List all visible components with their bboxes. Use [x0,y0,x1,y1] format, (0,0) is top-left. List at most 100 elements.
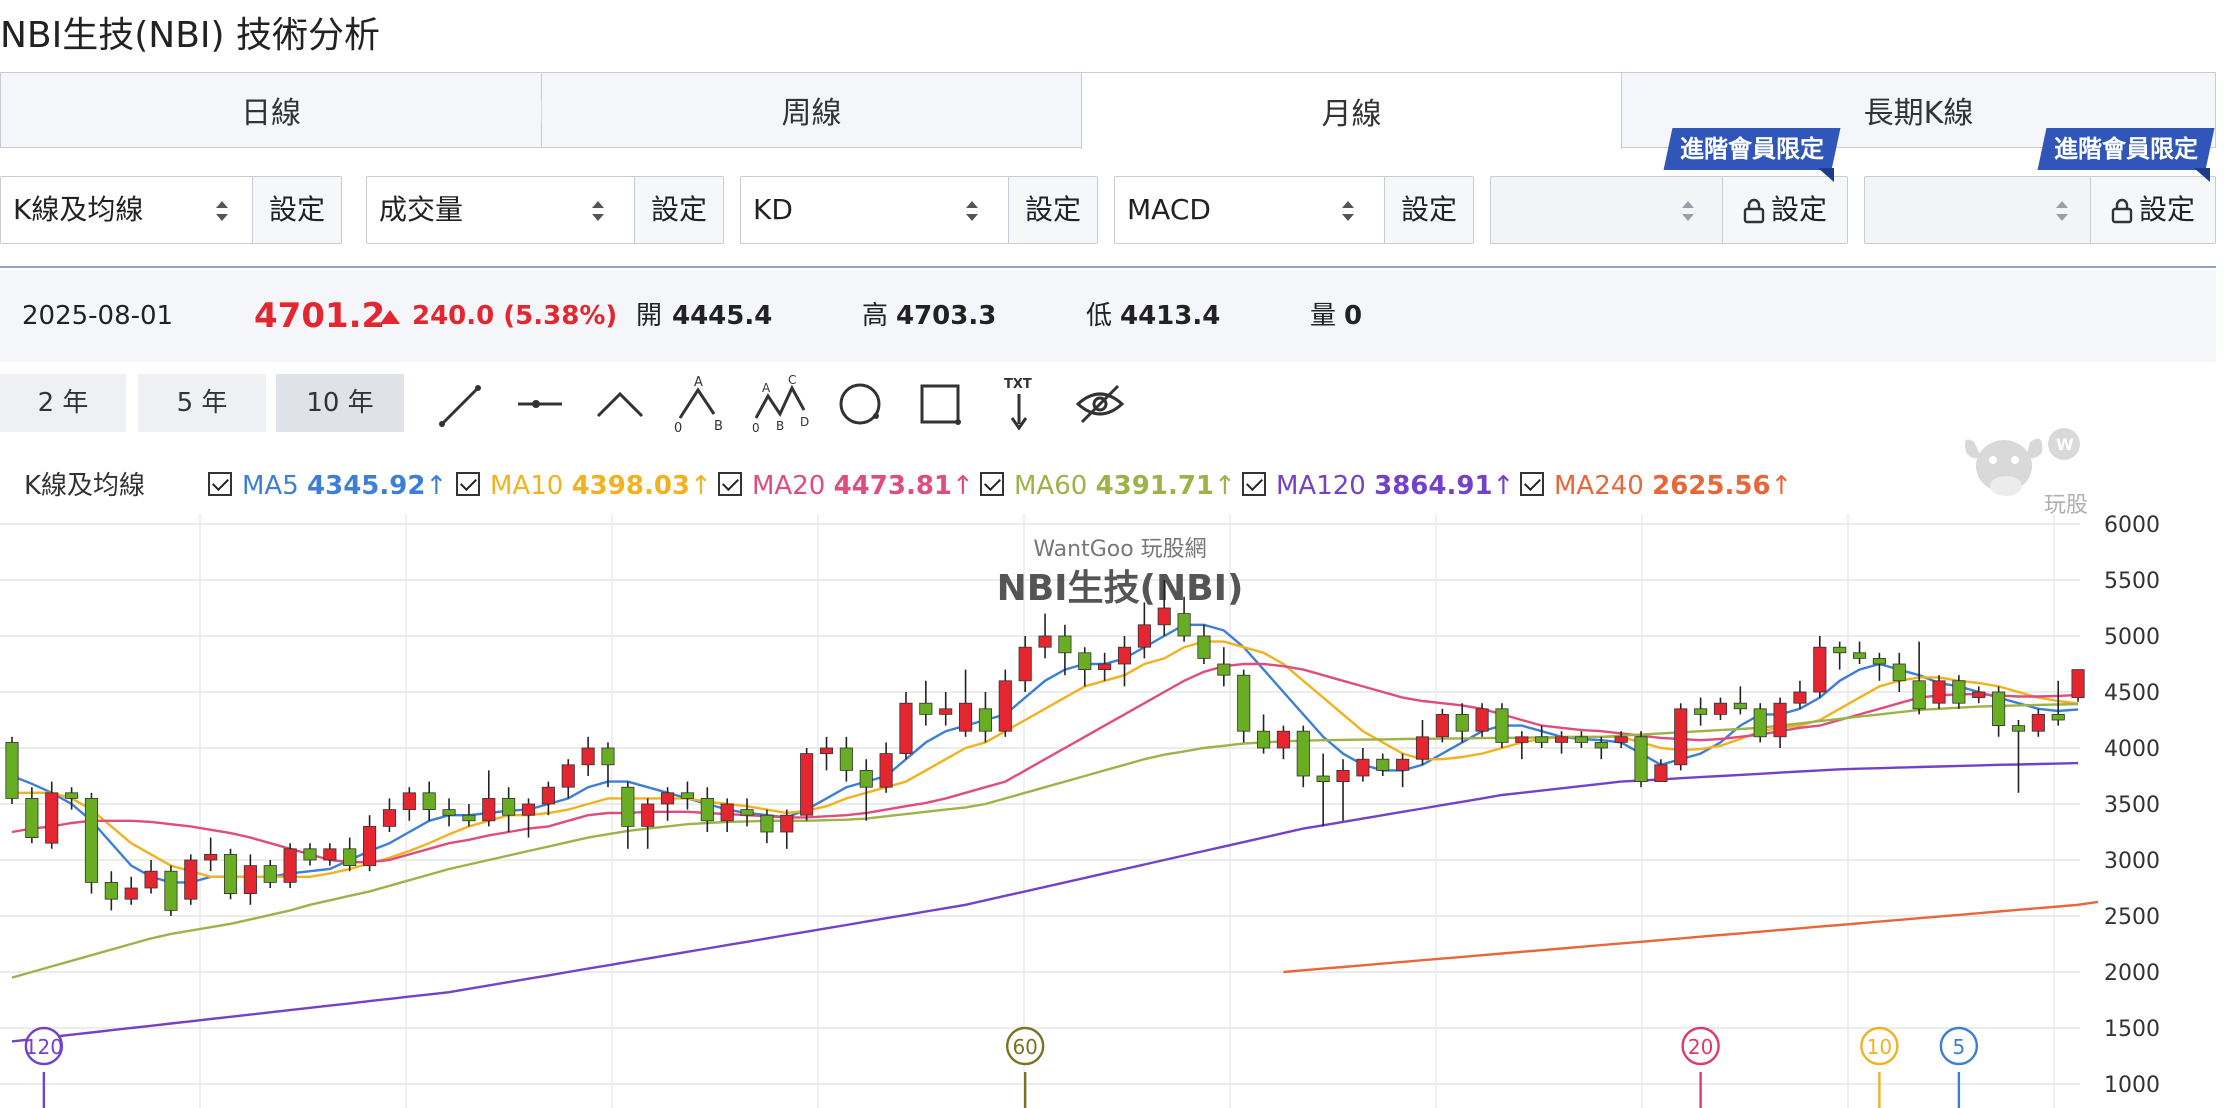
ma-line-ma5 [11,623,2079,884]
candle-body [1694,708,1708,715]
lock-icon [1743,198,1765,224]
candle-body [1833,646,1847,654]
legend-ma60[interactable]: MA60 4391.71↑ [980,462,1236,510]
candle [1455,703,1469,743]
candle [1813,636,1827,698]
checkbox-ma20[interactable] [718,471,742,496]
legend-ma240-arrow: ↑ [1770,471,1793,501]
premium-badge-1: 進階會員限定 [1663,128,1841,170]
checkbox-ma60[interactable] [980,471,1004,496]
hide-icon[interactable] [1070,374,1130,434]
select-kline[interactable]: K線及均線 設定 [0,176,342,244]
candle-body [1396,758,1410,771]
marker-label: 10 [1867,1035,1892,1059]
candle [84,792,99,894]
candle-body [5,741,19,799]
select-kd[interactable]: KD 設定 [740,176,1098,244]
abcd-pattern-icon[interactable]: A C 0 B D [750,374,810,434]
period-tabs: 日線 周線 月線 長期K線 [0,72,2216,150]
candle [839,736,853,782]
legend-ma10[interactable]: MA10 4398.03↑ [456,462,712,510]
candle-body [800,753,814,816]
y-tick-label: 6000 [2104,514,2160,538]
kd-settings-button[interactable]: 設定 [1008,177,1097,243]
y-tick-label: 5000 [2104,625,2160,650]
checkbox-ma5[interactable] [208,471,232,496]
candle-body [1296,730,1310,777]
candle-body [1495,708,1509,743]
candle [1634,731,1648,788]
candle [1574,731,1588,748]
y-tick-label: 4500 [2104,681,2160,706]
legend-ma240[interactable]: MA240 2625.56↑ [1520,462,1792,510]
locked-settings-button-2[interactable]: 設定 [2090,177,2215,243]
candle [1793,680,1807,709]
svg-text:C: C [788,374,796,387]
candle-body [541,786,555,805]
volume-settings-button[interactable]: 設定 [634,177,723,243]
checkbox-ma10[interactable] [456,471,480,496]
lock-icon [2111,198,2133,224]
indicator-selectors: K線及均線 設定 成交量 設定 KD 設定 MACD 設定 設定 設定 [0,176,2216,246]
tab-daily[interactable]: 日線 [0,72,542,148]
candle [1257,714,1271,754]
legend-ma5-name: MA5 [242,471,299,501]
candle [442,798,456,827]
checkbox-ma240[interactable] [1520,471,1544,496]
premium-badge-tail-2 [2194,168,2210,182]
candle [1018,636,1032,692]
chart-watermark: WantGoo 玩股網 [1033,537,1206,562]
legend-ma120[interactable]: MA120 3864.91↑ [1242,462,1514,510]
macd-settings-button[interactable]: 設定 [1384,177,1473,243]
select-macd[interactable]: MACD 設定 [1114,176,1474,244]
legend-ma20[interactable]: MA20 4473.81↑ [718,462,974,510]
horizontal-line-icon[interactable] [510,374,570,434]
line-tool-icon[interactable] [430,374,490,434]
candle-body [25,797,39,838]
quote-price: 4701.2 [254,296,386,336]
range-5y-button[interactable]: 5 年 [138,374,266,432]
candle-body [2051,713,2065,721]
candle [184,854,198,905]
candle-body [1217,663,1231,676]
candle [303,843,317,866]
candle-body [1892,663,1906,682]
candle-body [502,797,516,816]
tab-monthly[interactable]: 月線 [1081,72,1622,150]
legend-ma5[interactable]: MA5 4345.92↑ [208,462,447,510]
select-locked-1[interactable]: 設定 [1490,176,1848,244]
wantgoo-logo: W 玩股網 [1965,428,2088,514]
range-2y-button[interactable]: 2 年 [0,374,126,432]
candle-body [1713,702,1728,715]
angle-icon[interactable] [590,374,650,434]
low-value: 4413.4 [1120,301,1221,331]
text-tool-icon[interactable]: TXT [990,374,1050,434]
candle [521,798,536,838]
candle-body [700,797,714,822]
candle-body [1376,758,1390,771]
locked-settings-button-1[interactable]: 設定 [1722,177,1847,243]
candle [1495,703,1509,748]
candle-body [124,887,138,900]
candle [343,837,357,872]
abc-pattern-icon[interactable]: A 0 B [670,374,730,434]
checkbox-ma120[interactable] [1242,471,1266,496]
logo-text: 玩股網 [2044,493,2088,514]
kline-settings-button[interactable]: 設定 [252,177,341,243]
quote-info-bar: 2025-08-01 4701.2 240.0 (5.38%) 開 4445.4… [0,270,2216,362]
candle [621,781,635,849]
select-volume[interactable]: 成交量 設定 [366,176,724,244]
select-locked-2[interactable]: 設定 [1864,176,2216,244]
candle-body [1276,730,1290,749]
tab-weekly[interactable]: 周線 [542,72,1082,148]
candlestick-chart[interactable]: 1000 1500 2000 2500 3000 3500 4000 4500 5000 5500… [0,514,2224,1108]
circle-icon[interactable] [830,374,890,434]
candle-body [1415,736,1430,760]
rectangle-icon[interactable] [910,374,970,434]
candle-body [760,814,774,833]
candle [1515,731,1529,760]
range-10y-button[interactable]: 10 年 [276,374,404,432]
y-tick-label: 5500 [2104,569,2160,594]
ma-line-ma20 [11,662,2079,864]
candle-body [919,702,933,715]
